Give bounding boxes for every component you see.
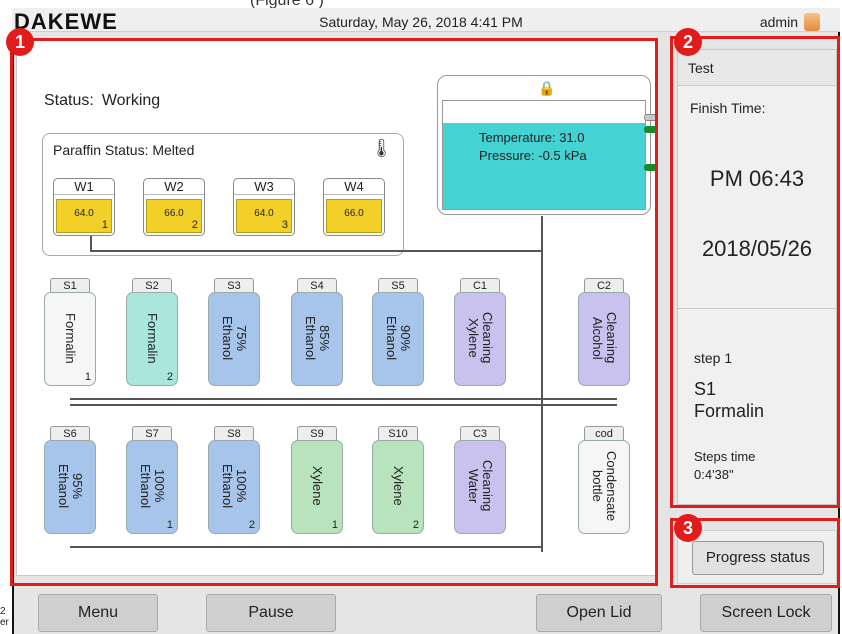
- status-value: Working: [101, 92, 161, 109]
- level-sensor: [644, 114, 658, 121]
- bottle-number: 1: [166, 519, 173, 531]
- bath-temp: 64.0: [254, 208, 274, 219]
- reagent-bottle-s9[interactable]: S9 Xylene 1: [291, 426, 343, 534]
- retort-tank: Temperature: 31.0 Pressure: -0.5 kPa: [442, 100, 646, 210]
- bath-label: W1: [54, 179, 114, 195]
- callout-badge-2: 2: [674, 28, 702, 56]
- lock-icon: 🔒: [538, 80, 556, 96]
- paraffin-status: Paraffin Status: Melted: [53, 142, 195, 158]
- reagent-bottle-s4[interactable]: S4 85% Ethanol: [291, 278, 343, 386]
- pipe: [70, 404, 617, 406]
- reagent-bottle-s6[interactable]: S6 95% Ethanol: [44, 426, 96, 534]
- reagent-code: S1: [694, 379, 717, 399]
- callout-badge-1: 1: [6, 28, 34, 56]
- finish-time-label: Finish Time:: [690, 100, 766, 116]
- thermometer-icon: 🌡: [370, 138, 393, 158]
- level-sensor: [644, 164, 658, 171]
- bottle-number: 2: [412, 519, 419, 531]
- bottle-number: 1: [84, 371, 91, 383]
- retort-pressure: Pressure: -0.5 kPa: [479, 148, 587, 163]
- bath-temp: 64.0: [74, 208, 94, 219]
- open-lid-button[interactable]: Open Lid: [536, 594, 662, 632]
- bath-label: W2: [144, 179, 204, 195]
- program-info-panel: Test Finish Time: PM 06:43 2018/05/26 st…: [677, 49, 837, 505]
- bath-number: 2: [191, 219, 198, 231]
- reagent-bottle-s7[interactable]: S7 100% Ethanol 1: [126, 426, 178, 534]
- bottle-reagent: Cleaning Water: [466, 460, 495, 512]
- bottle-reagent: 100% Ethanol: [220, 463, 249, 509]
- reagent-name: Formalin: [694, 401, 765, 421]
- bottle-reagent: Formalin: [145, 312, 160, 364]
- pipe: [70, 398, 617, 400]
- bottle-reagent: Xylene: [391, 466, 406, 506]
- avatar: [804, 13, 820, 31]
- bath-label: W3: [234, 179, 294, 195]
- steps-time-label: Steps time: [694, 449, 756, 464]
- current-step: step 1: [694, 350, 733, 366]
- bottle-number: 1: [331, 519, 338, 531]
- status-label: Status:: [44, 92, 94, 109]
- reagent-bottle-c3[interactable]: C3 Cleaning Water: [454, 426, 506, 534]
- program-name: Test: [678, 50, 836, 86]
- reagent-bottle-s1[interactable]: S1 Formalin 1: [44, 278, 96, 386]
- reagent-bottle-s10[interactable]: S10 Xylene 2: [372, 426, 424, 534]
- bath-number: 3: [281, 219, 288, 231]
- steps-time: Steps time 0:4'38": [694, 448, 755, 484]
- pipe: [541, 252, 543, 552]
- pipe: [541, 216, 543, 252]
- retort-temperature: Temperature: 31.0: [479, 130, 585, 145]
- retort[interactable]: 🔒 Temperature: 31.0 Pressure: -0.5 kPa: [437, 75, 658, 215]
- bottle-reagent: 95% Ethanol: [56, 463, 85, 509]
- pipe: [70, 546, 542, 548]
- pipe: [90, 236, 92, 250]
- reagent-bottle-s2[interactable]: S2 Formalin 2: [126, 278, 178, 386]
- user-menu[interactable]: admin: [760, 13, 820, 31]
- bottle-reagent: Formalin: [63, 312, 78, 364]
- username: admin: [759, 14, 798, 30]
- current-reagent: S1 Formalin: [694, 378, 764, 422]
- reagent-bottle-s8[interactable]: S8 100% Ethanol 2: [208, 426, 260, 534]
- callout-badge-3: 3: [674, 514, 702, 542]
- menu-button[interactable]: Menu: [38, 594, 158, 632]
- bottle-reagent: 75% Ethanol: [220, 315, 249, 361]
- progress-area: Progress status: [677, 530, 837, 584]
- bottle-reagent: Xylene: [310, 466, 325, 506]
- screen-lock-button[interactable]: Screen Lock: [700, 594, 832, 632]
- pause-button[interactable]: Pause: [206, 594, 336, 632]
- reagent-bottle-c2[interactable]: C2 Cleaning Alcohol: [578, 278, 630, 386]
- bath-temp: 66.0: [164, 208, 184, 219]
- bottle-number: 2: [166, 371, 173, 383]
- reagent-bottle-c1[interactable]: C1 Cleaning Xylene: [454, 278, 506, 386]
- bath-number: 1: [101, 219, 108, 231]
- paraffin-bath-w2[interactable]: W2 66.0 2: [143, 178, 205, 236]
- bottle-number: 2: [248, 519, 255, 531]
- bottle-reagent: Cleaning Alcohol: [590, 312, 619, 364]
- bottle-reagent: 90% Ethanol: [384, 315, 413, 361]
- cropped-left-text: 2 er: [0, 606, 9, 628]
- paraffin-panel: Paraffin Status: Melted 🌡 W1 64.0 1 W2 66.0…: [42, 133, 404, 256]
- bath-temp: 66.0: [344, 208, 364, 219]
- bottle-reagent: 100% Ethanol: [138, 463, 167, 509]
- condensate-bottle[interactable]: cod Condensate bottle: [578, 426, 630, 534]
- bottle-reagent: Condensate bottle: [590, 450, 619, 522]
- paraffin-bath-w1[interactable]: W1 64.0 1: [53, 178, 115, 236]
- level-sensor: [644, 126, 658, 133]
- finish-date: 2018/05/26: [701, 236, 813, 261]
- bottle-reagent: Cleaning Xylene: [466, 312, 495, 364]
- datetime: Saturday, May 26, 2018 4:41 PM: [319, 14, 523, 30]
- bottle-reagent: 85% Ethanol: [303, 315, 332, 361]
- paraffin-bath-w4[interactable]: W4 66.0: [323, 178, 385, 236]
- bath-label: W4: [324, 179, 384, 195]
- paraffin-bath-w3[interactable]: W3 64.0 3: [233, 178, 295, 236]
- progress-status-button[interactable]: Progress status: [692, 541, 824, 575]
- divider: [678, 308, 836, 309]
- pipe: [90, 250, 542, 252]
- steps-time-value: 0:4'38": [694, 467, 734, 482]
- reagent-bottle-s3[interactable]: S3 75% Ethanol: [208, 278, 260, 386]
- status-line: Status: Working: [44, 92, 160, 110]
- reagent-bottle-s5[interactable]: S5 90% Ethanol: [372, 278, 424, 386]
- finish-time: PM 06:43: [709, 166, 805, 191]
